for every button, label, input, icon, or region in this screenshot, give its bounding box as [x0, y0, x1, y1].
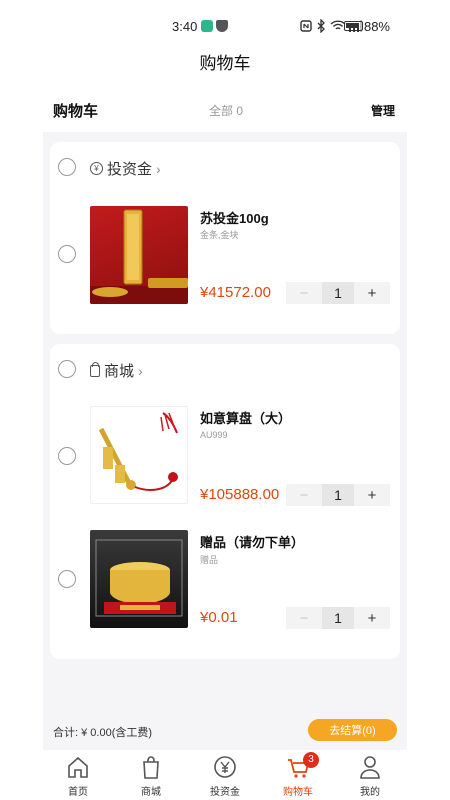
store-name: 商城 — [104, 363, 135, 380]
cart-count-badge: 3 — [303, 752, 319, 768]
product-desc: 金条,金块 — [200, 230, 239, 240]
chevron-right-icon: › — [156, 160, 161, 177]
battery-shape — [344, 21, 363, 31]
gold-bar-image[interactable] — [90, 206, 188, 304]
quantity-value[interactable]: 1 — [322, 607, 354, 629]
total-amount: 合计: ¥ 0.00(含工费) — [53, 727, 153, 739]
cart-title: 购物车 — [53, 103, 99, 120]
store-link[interactable]: 商城 › — [90, 360, 143, 381]
store-select-radio[interactable] — [58, 158, 76, 176]
quantity-stepper: − 1 + — [286, 484, 390, 506]
gold-bar-graphic — [90, 209, 188, 304]
product-price: ¥105888.00 — [200, 486, 280, 503]
store-name: 投资金 — [107, 161, 153, 178]
profile-icon — [360, 756, 380, 779]
product-price: ¥0.01 — [200, 609, 238, 626]
tab-profile[interactable]: 我的 — [330, 750, 410, 800]
product-name[interactable]: 苏投金100g — [200, 208, 269, 227]
tab-label: 我的 — [360, 787, 380, 798]
yen-icon: ¥ — [90, 162, 103, 175]
product-desc: 赠品 — [200, 555, 219, 565]
status-bar: 3:40 88% — [0, 0, 450, 50]
tab-home[interactable]: 首页 — [38, 750, 118, 800]
bluetooth-icon — [317, 19, 325, 33]
product-desc: AU999 — [200, 430, 228, 440]
bag-icon — [90, 361, 100, 377]
shopping-bag-icon — [143, 756, 159, 779]
gold-abacus-image[interactable] — [90, 406, 188, 504]
decrease-button[interactable]: − — [286, 484, 322, 506]
cart-panel: 购物车 全部 0 管理 ¥ 投资金 › 苏投金100g 金条,金块 ¥41572… — [43, 88, 407, 750]
quantity-value[interactable]: 1 — [322, 484, 354, 506]
store-link[interactable]: ¥ 投资金 › — [90, 158, 161, 179]
store-card: ¥ 投资金 › 苏投金100g 金条,金块 ¥41572.00 − 1 + — [50, 142, 400, 334]
quantity-value[interactable]: 1 — [322, 282, 354, 304]
tab-label: 商城 — [141, 787, 161, 798]
cart-count: 全部 0 — [209, 104, 244, 118]
tab-mall[interactable]: 商城 — [111, 750, 191, 800]
gold-bowl-image[interactable] — [90, 530, 188, 628]
increase-button[interactable]: + — [354, 484, 390, 506]
quantity-stepper: − 1 + — [286, 282, 390, 304]
item-select-radio[interactable] — [58, 245, 76, 263]
app-notification-icon — [201, 20, 213, 32]
decrease-button[interactable]: − — [286, 282, 322, 304]
tab-invest-gold[interactable]: 投资金 — [185, 750, 265, 800]
manage-button[interactable]: 管理 — [371, 102, 395, 119]
store-select-radio[interactable] — [58, 360, 76, 378]
battery-percent: 88% — [363, 19, 390, 34]
yen-circle-icon — [214, 756, 236, 778]
store-card: 商城 › 如意算盘（大） AU999 ¥105888.00 − 1 + 赠品（请… — [50, 344, 400, 659]
increase-button[interactable]: + — [354, 282, 390, 304]
decrease-button[interactable]: − — [286, 607, 322, 629]
product-name[interactable]: 赠品（请勿下单） — [200, 532, 304, 551]
increase-button[interactable]: + — [354, 607, 390, 629]
tab-label: 投资金 — [210, 787, 240, 798]
item-select-radio[interactable] — [58, 447, 76, 465]
gold-bowl-graphic — [95, 539, 183, 617]
checkout-button[interactable]: 去结算(0) — [308, 719, 397, 741]
tab-cart[interactable]: 3 购物车 — [258, 750, 338, 800]
home-icon — [68, 756, 88, 778]
product-name[interactable]: 如意算盘（大） — [200, 408, 291, 427]
nfc-icon — [300, 20, 312, 32]
item-select-radio[interactable] — [58, 570, 76, 588]
chevron-right-icon: › — [138, 362, 143, 379]
status-time: 3:40 — [172, 19, 198, 34]
product-price: ¥41572.00 — [200, 284, 271, 301]
abacus-graphic — [98, 412, 178, 491]
shield-icon — [216, 20, 228, 32]
cart-summary: 合计: ¥ 0.00(含工费) 去结算(0) — [43, 708, 407, 750]
tab-label: 首页 — [68, 787, 88, 798]
cart-header: 购物车 全部 0 管理 — [43, 88, 407, 132]
page-title: 购物车 — [199, 54, 251, 73]
tab-label: 购物车 — [283, 787, 313, 798]
bottom-tabbar: 首页 商城 投资金 3 购物车 我的 — [0, 750, 450, 800]
quantity-stepper: − 1 + — [286, 607, 390, 629]
